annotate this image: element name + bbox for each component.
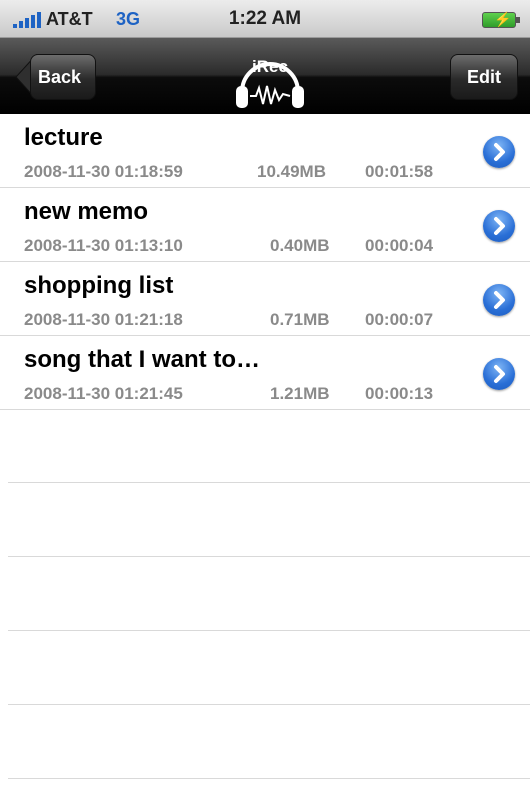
empty-row-divider xyxy=(8,482,530,483)
battery-tip xyxy=(516,17,520,23)
status-bar: AT&T 3G 1:22 AM ⚡ xyxy=(0,0,530,38)
empty-row-divider xyxy=(8,630,530,631)
empty-row-divider xyxy=(8,778,530,779)
recording-row[interactable]: shopping list 2008-11-30 01:21:18 0.71MB… xyxy=(0,262,530,336)
disclosure-chevron-icon[interactable] xyxy=(483,358,515,390)
edit-button[interactable]: Edit xyxy=(450,54,518,100)
empty-row-divider xyxy=(8,556,530,557)
recording-duration: 00:00:04 xyxy=(365,236,434,255)
recording-size: 0.40MB xyxy=(270,236,330,255)
recording-title: shopping list xyxy=(24,272,174,299)
recording-title: lecture xyxy=(24,124,103,151)
recording-size: 10.49MB xyxy=(257,162,326,181)
recording-row[interactable]: new memo 2008-11-30 01:13:10 0.40MB 00:0… xyxy=(0,188,530,262)
recordings-list: lecture 2008-11-30 01:18:59 10.49MB 00:0… xyxy=(0,114,530,410)
recording-row[interactable]: song that I want to… 2008-11-30 01:21:45… xyxy=(0,336,530,410)
recording-date: 2008-11-30 01:13:10 xyxy=(24,236,183,255)
status-time: 1:22 AM xyxy=(228,8,302,29)
recording-duration: 00:01:58 xyxy=(365,162,434,181)
empty-row-divider xyxy=(8,704,530,705)
recording-size: 0.71MB xyxy=(270,310,330,329)
recording-duration: 00:00:13 xyxy=(365,384,434,403)
recording-date: 2008-11-30 01:21:18 xyxy=(24,310,183,329)
recording-size: 1.21MB xyxy=(270,384,330,403)
recording-duration: 00:00:07 xyxy=(365,310,434,329)
navigation-bar: Back iRec Edit xyxy=(0,38,530,114)
recording-title: new memo xyxy=(24,198,149,225)
app-logo-text: iRec xyxy=(252,57,288,76)
back-button[interactable]: Back xyxy=(14,54,96,100)
app-logo: iRec xyxy=(230,48,310,112)
disclosure-chevron-icon[interactable] xyxy=(483,136,515,168)
recording-row[interactable]: lecture 2008-11-30 01:18:59 10.49MB 00:0… xyxy=(0,114,530,188)
disclosure-chevron-icon[interactable] xyxy=(483,284,515,316)
recording-date: 2008-11-30 01:18:59 xyxy=(24,162,183,181)
charging-icon: ⚡ xyxy=(494,11,512,27)
recording-title: song that I want to… xyxy=(24,346,260,373)
back-button-label: Back xyxy=(38,67,82,87)
recording-date: 2008-11-30 01:21:45 xyxy=(24,384,183,403)
disclosure-chevron-icon[interactable] xyxy=(483,210,515,242)
